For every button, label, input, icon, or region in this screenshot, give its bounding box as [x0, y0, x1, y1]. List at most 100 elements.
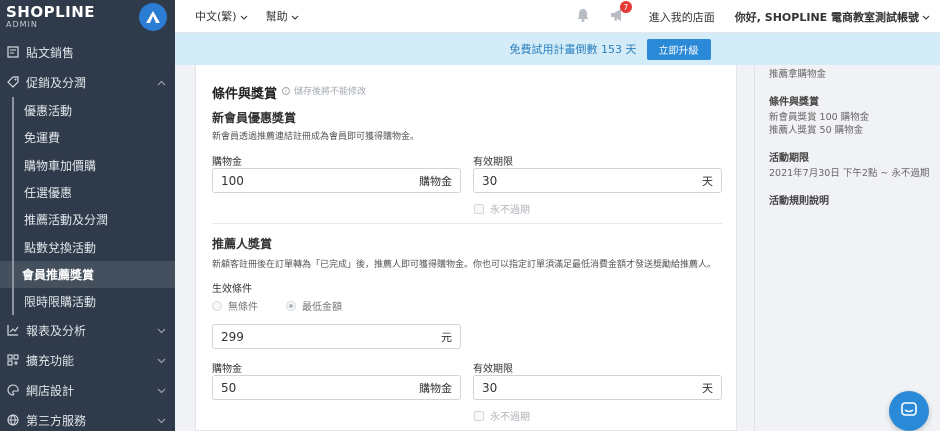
chevron-up-icon — [157, 75, 166, 89]
condition-label: 生效條件 — [212, 284, 252, 295]
referrer-heading: 推薦人獎賞 — [212, 237, 273, 251]
checkbox-label: 永不過期 — [490, 412, 530, 423]
help-label: 幫助 — [265, 10, 288, 23]
new-member-validity-label: 有效期限 — [473, 157, 513, 168]
sidebar-item-label: 網店設計 — [26, 383, 75, 398]
chat-button[interactable] — [889, 391, 929, 431]
upgrade-button[interactable]: 立即升級 — [646, 38, 711, 60]
summary-conditions-heading: 條件與獎賞 — [769, 97, 819, 108]
chat-icon — [899, 400, 919, 423]
bell-icon[interactable] — [575, 7, 591, 26]
new-member-heading: 新會員優惠獎賞 — [212, 111, 297, 125]
announcement-icon[interactable]: 7 — [609, 1, 632, 26]
input-value: 100 — [221, 173, 244, 188]
new-member-credit-input[interactable]: 100 購物金 — [212, 168, 461, 193]
top-bar-right: 7 進入我的店面 你好, SHOPLINE 電商教室測試帳號 — [575, 0, 930, 33]
sidebar-item-label: 第三方服務 — [26, 413, 87, 428]
sidebar-item-third-party[interactable]: 第三方服務 — [0, 405, 175, 431]
new-member-desc: 新會員透過推薦連結註冊成為會員即可獲得購物金。 — [212, 132, 420, 142]
top-bar: 中文(繁) 幫助 7 進入我的店面 你好, SHOPLINE 電商教室測試帳號 — [175, 0, 940, 33]
sidebar-item-label: 貼文銷售 — [26, 45, 75, 60]
mountain-logo-icon — [139, 2, 167, 31]
sidebar-sub-label: 限時限購活動 — [24, 295, 97, 310]
conditions-rewards-card: 條件與獎賞 i 儲存後將不能修改 新會員優惠獎賞 新會員透過推薦連結註冊成為會員… — [195, 65, 737, 431]
sidebar: SHOPLINE ADMIN 貼文銷售 促銷及分潤 優惠活動 免運費 購物車加價… — [0, 0, 175, 431]
sidebar-sub-item-member-referral[interactable]: 會員推薦獎賞 — [0, 260, 175, 289]
visit-store-link[interactable]: 進入我的店面 — [649, 9, 715, 25]
apps-icon — [6, 353, 20, 367]
sidebar-sub-item-flash-sale[interactable]: 限時限購活動 — [12, 288, 175, 316]
chevron-down-icon — [157, 353, 166, 367]
sidebar-item-reports[interactable]: 報表及分析 — [0, 315, 175, 345]
summary-rules-heading: 活動規則說明 — [769, 196, 829, 207]
sidebar-sub-item-bundle[interactable]: 任選優惠 — [12, 178, 175, 207]
checkbox-box — [474, 410, 484, 421]
sidebar-sub-label: 推薦活動及分潤 — [24, 213, 109, 228]
sidebar-item-post-sales[interactable]: 貼文銷售 — [0, 37, 175, 67]
sidebar-item-store-design[interactable]: 網店設計 — [0, 375, 175, 405]
logo[interactable]: SHOPLINE ADMIN — [0, 0, 175, 33]
sidebar-sub-label: 免運費 — [24, 131, 61, 146]
section-divider — [212, 223, 722, 224]
help-menu[interactable]: 幫助 — [266, 8, 299, 24]
sidebar-sub-item-points[interactable]: 點數兌換活動 — [12, 233, 175, 261]
chevron-down-icon — [157, 383, 166, 397]
user-menu[interactable]: 你好, SHOPLINE 電商教室測試帳號 — [735, 9, 930, 25]
checkbox-box — [474, 203, 484, 214]
language-label: 中文(繁) — [195, 10, 237, 23]
sidebar-sub-item-discounts[interactable]: 優惠活動 — [12, 97, 175, 125]
trial-countdown-text: 免費試用計畫倒數 153 天 — [509, 43, 637, 56]
sidebar-item-label: 促銷及分潤 — [26, 75, 87, 90]
new-member-credit-label: 購物金 — [212, 157, 242, 168]
input-unit: 購物金 — [419, 174, 452, 188]
no-condition-radio[interactable]: 無條件 — [212, 298, 258, 313]
chevron-down-icon — [240, 10, 248, 23]
referrer-validity-label: 有效期限 — [473, 364, 513, 375]
input-unit: 天 — [702, 174, 713, 188]
chevron-down-icon — [922, 10, 930, 23]
notification-count-badge: 7 — [619, 1, 632, 13]
sidebar-item-promotions[interactable]: 促銷及分潤 — [0, 67, 175, 97]
chevron-down-icon — [291, 10, 299, 23]
radio-label: 最低金額 — [302, 302, 342, 313]
radio-dot — [212, 300, 222, 311]
sidebar-item-extensions[interactable]: 擴充功能 — [0, 345, 175, 375]
referrer-desc: 新顧客註冊後在訂單轉為「已完成」後，推薦人即可獲得購物金。你也可以指定訂單須滿足… — [212, 260, 717, 270]
tag-icon — [6, 75, 20, 89]
summary-conditions-line: 新會員獎賞 100 購物金 — [769, 112, 870, 123]
summary-panel: 推薦拿購物金 條件與獎賞 新會員獎賞 100 購物金 推薦人獎賞 50 購物金 … — [754, 65, 940, 431]
referrer-never-expire-checkbox[interactable]: 永不過期 — [474, 408, 530, 423]
sidebar-sub-label: 任選優惠 — [24, 186, 73, 201]
min-amount-input[interactable]: 299 元 — [212, 324, 461, 349]
sidebar-sub-item-cart-addon[interactable]: 購物車加價購 — [12, 151, 175, 179]
input-unit: 元 — [441, 330, 452, 344]
sidebar-sub-item-free-shipping[interactable]: 免運費 — [12, 124, 175, 152]
chevron-down-icon — [157, 413, 166, 427]
section-note-text: 儲存後將不能修改 — [294, 87, 367, 97]
radio-label: 無條件 — [228, 302, 258, 313]
chevron-down-icon — [157, 323, 166, 337]
sidebar-item-label: 擴充功能 — [26, 353, 75, 368]
input-value: 30 — [482, 380, 498, 395]
palette-icon — [6, 383, 20, 397]
section-title: 條件與獎賞 — [212, 87, 278, 102]
new-member-validity-input[interactable]: 30 天 — [473, 168, 722, 193]
post-sales-icon — [6, 45, 20, 59]
summary-period-heading: 活動期限 — [769, 153, 809, 164]
sidebar-sub-label: 會員推薦獎賞 — [22, 267, 95, 282]
checkbox-label: 永不過期 — [490, 205, 530, 216]
summary-conditions-line: 推薦人獎賞 50 購物金 — [769, 125, 864, 136]
input-value: 30 — [482, 173, 498, 188]
sidebar-sub-label: 點數兌換活動 — [24, 240, 97, 255]
new-member-never-expire-checkbox[interactable]: 永不過期 — [474, 201, 530, 216]
language-selector[interactable]: 中文(繁) — [195, 8, 248, 24]
info-icon: i — [282, 86, 290, 95]
section-note: i 儲存後將不能修改 — [282, 84, 366, 97]
referrer-validity-input[interactable]: 30 天 — [473, 375, 722, 400]
summary-top-text: 推薦拿購物金 — [769, 69, 827, 80]
sidebar-sub-label: 購物車加價購 — [24, 158, 97, 173]
referrer-credit-input[interactable]: 50 購物金 — [212, 375, 461, 400]
min-amount-radio[interactable]: 最低金額 — [286, 298, 342, 313]
radio-dot-selected — [286, 300, 296, 311]
sidebar-sub-item-affiliate[interactable]: 推薦活動及分潤 — [12, 206, 175, 234]
